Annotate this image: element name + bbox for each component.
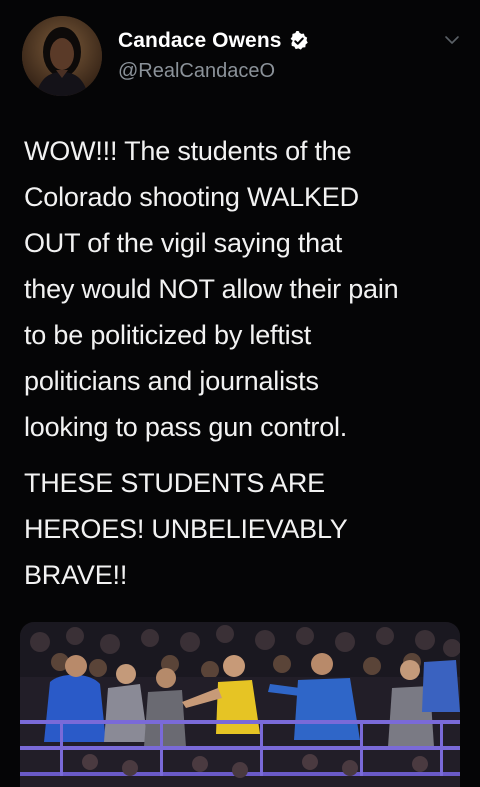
tweet-body: WOW!!! The students of the Colorado shoo… [24,128,464,598]
tweet-paragraph-2: THESE STUDENTS ARE HEROES! UNBELIEVABLY … [24,468,348,590]
tweet-media-photo[interactable] [20,622,460,787]
user-info: Candace Owens @RealCandaceO [118,26,309,83]
user-handle[interactable]: @RealCandaceO [118,60,309,83]
tweet-card: Candace Owens @RealCandaceO WOW!!! The s… [0,0,480,787]
chevron-down-icon[interactable] [444,34,460,46]
verified-badge-icon [289,30,309,51]
tweet-paragraph-1: WOW!!! The students of the Colorado shoo… [24,136,399,442]
avatar[interactable] [22,16,102,96]
display-name[interactable]: Candace Owens [118,29,282,53]
